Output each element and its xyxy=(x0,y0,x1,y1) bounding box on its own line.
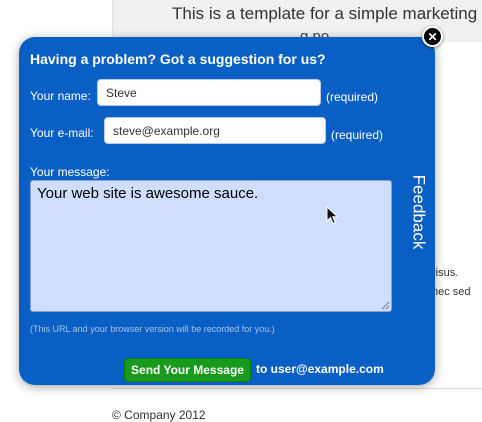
email-required-hint: (required) xyxy=(331,128,384,142)
footer-divider xyxy=(112,388,482,389)
email-label: Your e-mail: xyxy=(30,126,94,140)
body-fragment: risus. xyxy=(432,267,459,279)
modal-title: Having a problem? Got a suggestion for u… xyxy=(30,51,326,67)
resize-grip-icon[interactable] xyxy=(381,301,390,310)
feedback-modal: Having a problem? Got a suggestion for u… xyxy=(19,37,435,385)
feedback-tab[interactable]: Feedback xyxy=(406,167,430,257)
send-to-address: to user@example.com xyxy=(256,362,384,376)
mouse-pointer-icon xyxy=(326,206,339,225)
send-message-button[interactable]: Send Your Message xyxy=(124,358,251,382)
feedback-tab-label: Feedback xyxy=(409,174,429,250)
close-icon[interactable]: ✕ xyxy=(422,26,443,47)
footer-text: © Company 2012 xyxy=(112,408,206,422)
message-field[interactable]: Your web site is awesome sauce. xyxy=(30,180,392,312)
name-label: Your name: xyxy=(30,89,91,103)
name-required-hint: (required) xyxy=(326,90,379,104)
message-label: Your message: xyxy=(30,165,110,179)
body-fragment: nec sed xyxy=(432,286,471,298)
hero-headline: This is a template for a simple marketin… xyxy=(172,4,478,23)
email-field[interactable] xyxy=(104,117,326,144)
name-field[interactable] xyxy=(97,79,321,106)
privacy-note: (This URL and your browser version will … xyxy=(30,324,275,334)
